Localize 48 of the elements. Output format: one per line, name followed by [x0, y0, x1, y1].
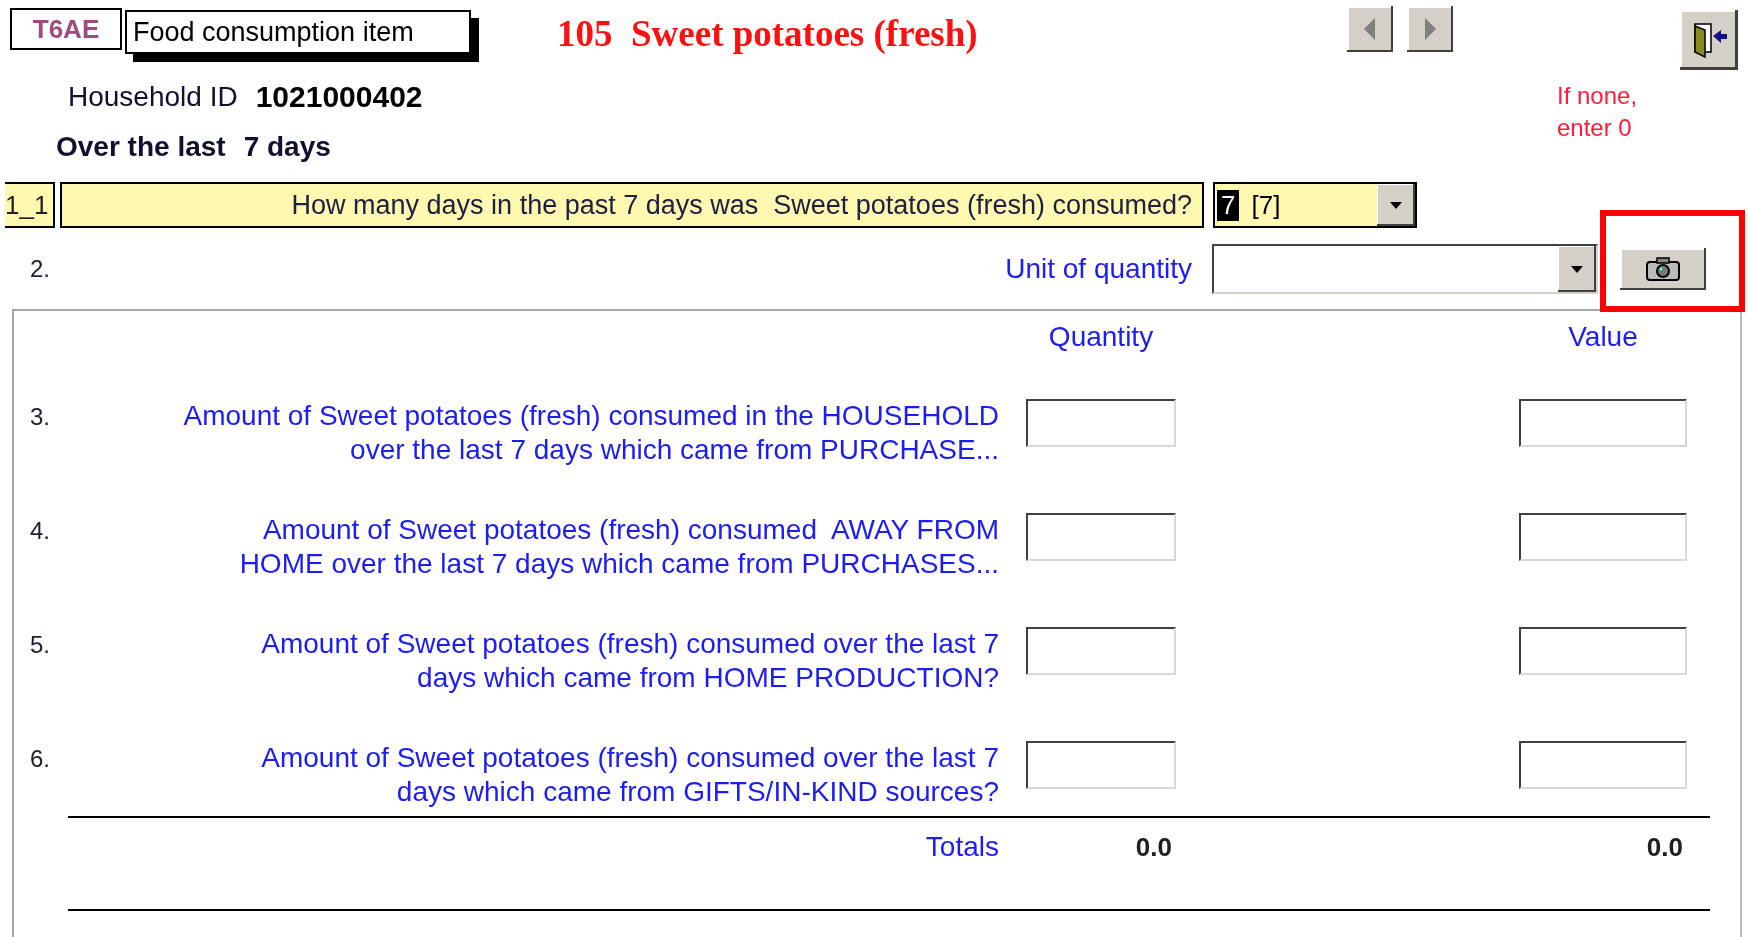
unit-label: Unit of quantity — [1004, 253, 1192, 285]
question-number: 1_1 — [5, 182, 55, 228]
question-number: 6. — [30, 744, 51, 774]
question-text: Amount of Sweet potatoes (fresh) consumed over the last 7 days which came from HOME PRODUCTION? — [260, 627, 999, 695]
quantity-field[interactable] — [1026, 627, 1176, 675]
question-number: 3. — [30, 402, 51, 432]
camera-button[interactable] — [1620, 248, 1706, 290]
quantity-field[interactable] — [1026, 399, 1176, 447]
value-field[interactable] — [1519, 741, 1687, 789]
question-text: Amount of Sweet potatoes (fresh) consumed over the last 7 days which came from GIFTS/IN-KIND sources? — [260, 741, 999, 809]
dropdown-button[interactable] — [1558, 246, 1596, 292]
form-title: Food consumption item — [125, 10, 479, 62]
right-arrow-icon — [1423, 17, 1437, 41]
previous-button[interactable] — [1347, 6, 1393, 52]
value-field[interactable] — [1519, 399, 1687, 447]
caret-icon — [1390, 201, 1402, 209]
dropdown-button[interactable] — [1377, 184, 1415, 226]
question-text: How many days in the past 7 days was Sweet potatoes (fresh) consumed? — [60, 182, 1204, 228]
selected-value: 7 — [1217, 189, 1240, 221]
value-field[interactable] — [1519, 513, 1687, 561]
item-title: 105 Sweet potatoes (fresh) — [557, 12, 979, 55]
column-header: Quantity — [1047, 321, 1155, 353]
quantity-total: 0.0 — [1135, 831, 1172, 863]
question-text: Amount of Sweet potatoes (fresh) consumed in the HOUSEHOLD over the last 7 days which came from PURCHASE... — [182, 399, 999, 467]
column-header: Value — [1567, 321, 1639, 353]
instruction-note: If none, enter 0 — [1557, 81, 1638, 143]
period-value: 7 days — [243, 131, 331, 163]
days-dropdown[interactable]: 7 [7] — [1213, 182, 1417, 228]
caret-icon — [1571, 265, 1583, 273]
quantity-field[interactable] — [1026, 513, 1176, 561]
value-total: 0.0 — [1646, 831, 1683, 863]
value-field[interactable] — [1519, 627, 1687, 675]
next-button[interactable] — [1407, 6, 1453, 52]
unit-dropdown[interactable] — [1212, 244, 1598, 294]
question-number: 4. — [30, 516, 51, 546]
quantity-field[interactable] — [1026, 741, 1176, 789]
period-label: Over the last — [56, 131, 226, 163]
value-code: [7] — [1251, 189, 1281, 221]
question-number: 2. — [29, 255, 51, 283]
form-code: T6AE — [10, 8, 122, 50]
household-id: 1021000402 — [255, 80, 423, 114]
left-arrow-icon — [1363, 17, 1377, 41]
question-number: 5. — [30, 630, 51, 660]
totals-label: Totals — [924, 831, 999, 863]
camera-icon — [1646, 257, 1680, 281]
household-label: Household ID — [68, 81, 238, 113]
question-text: Amount of Sweet potatoes (fresh) consumed AWAY FROM HOME over the last 7 days which came from PURCHASES... — [238, 513, 999, 581]
exit-button[interactable] — [1680, 10, 1738, 70]
